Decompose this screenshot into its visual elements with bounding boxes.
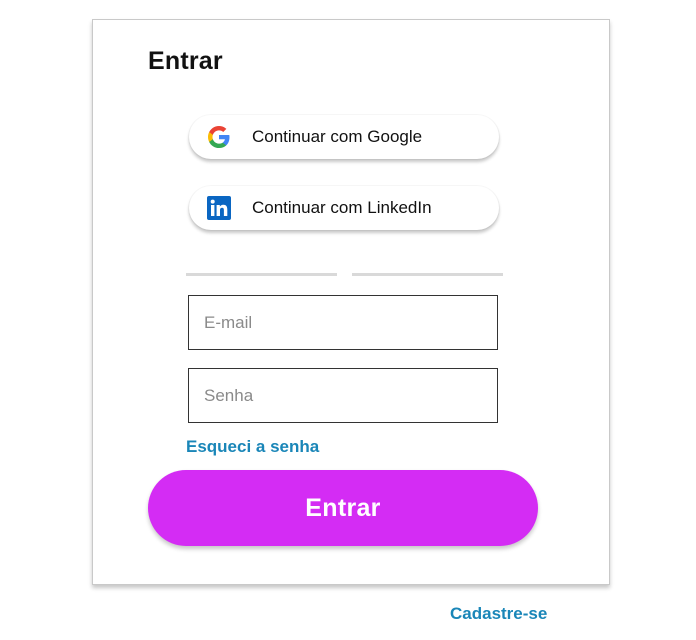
divider-left: [186, 273, 337, 276]
google-login-label: Continuar com Google: [252, 127, 423, 146]
login-page: Entrar Continuar com Google Continuar co…: [0, 0, 696, 640]
divider-right: [352, 273, 503, 276]
forgot-password-link[interactable]: Esqueci a senha: [186, 437, 319, 457]
linkedin-icon: [207, 196, 231, 220]
linkedin-login-label: Continuar com LinkedIn: [252, 198, 432, 217]
linkedin-login-button[interactable]: Continuar com LinkedIn: [189, 186, 499, 230]
signup-link[interactable]: Cadastre-se: [450, 604, 547, 624]
google-login-button[interactable]: Continuar com Google: [189, 115, 499, 159]
login-submit-button[interactable]: Entrar: [148, 470, 538, 546]
login-card: Entrar Continuar com Google Continuar co…: [92, 19, 610, 585]
email-field[interactable]: [188, 295, 498, 350]
page-title: Entrar: [148, 47, 223, 75]
password-field[interactable]: [188, 368, 498, 423]
google-icon: [207, 125, 231, 149]
